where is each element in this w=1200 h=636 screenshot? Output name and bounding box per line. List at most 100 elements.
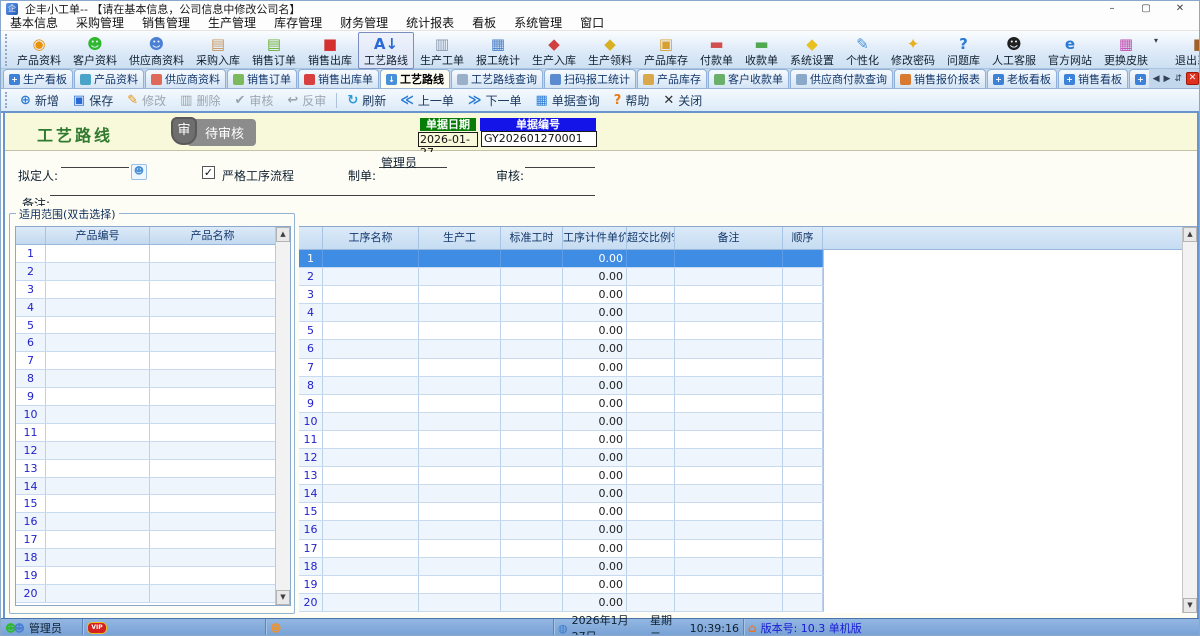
grid-row[interactable]: 170.00 <box>299 540 824 558</box>
grid-cell[interactable] <box>323 268 419 285</box>
table-cell[interactable] <box>46 406 150 423</box>
process-grid-scrollbar[interactable]: ▲ ▼ <box>1182 227 1197 613</box>
grid-cell[interactable] <box>323 377 419 394</box>
menu-item[interactable]: 采购管理 <box>67 17 133 30</box>
table-cell[interactable] <box>46 263 150 280</box>
grid-cell[interactable] <box>627 340 675 357</box>
toolbar-button[interactable]: ◆生产入库 <box>526 32 582 69</box>
table-cell[interactable] <box>46 317 150 334</box>
menu-item[interactable]: 系统管理 <box>505 17 571 30</box>
grid-cell[interactable] <box>419 377 501 394</box>
grid-row[interactable]: 30.00 <box>299 286 824 304</box>
unit-price-cell[interactable]: 0.00 <box>563 594 627 611</box>
grid-cell[interactable] <box>419 576 501 593</box>
grid-cell[interactable] <box>675 268 783 285</box>
table-cell[interactable] <box>150 263 276 280</box>
grid-cell[interactable] <box>627 540 675 557</box>
grid-cell[interactable] <box>783 359 823 376</box>
grid-cell[interactable] <box>783 431 823 448</box>
grid-cell[interactable] <box>419 431 501 448</box>
grid-row[interactable]: 190.00 <box>299 576 824 594</box>
toolbar-button[interactable]: ◉产品资料 <box>11 32 67 69</box>
unit-price-cell[interactable]: 0.00 <box>563 521 627 538</box>
tab[interactable]: 销售出库单 <box>298 69 379 88</box>
grid-cell[interactable] <box>501 594 563 611</box>
menu-item[interactable]: 基本信息 <box>1 17 67 30</box>
grid-cell[interactable] <box>627 359 675 376</box>
table-cell[interactable] <box>150 424 276 441</box>
grid-cell[interactable] <box>627 395 675 412</box>
grid-cell[interactable] <box>323 485 419 502</box>
grid-cell[interactable] <box>627 521 675 538</box>
tab[interactable]: +老板看板 <box>987 69 1057 88</box>
table-row[interactable]: 9 <box>16 388 290 406</box>
unit-price-cell[interactable]: 0.00 <box>563 485 627 502</box>
grid-row[interactable]: 140.00 <box>299 485 824 503</box>
remark-input[interactable] <box>50 182 595 196</box>
unit-price-cell[interactable]: 0.00 <box>563 395 627 412</box>
table-cell[interactable] <box>46 567 150 584</box>
grid-cell[interactable] <box>419 268 501 285</box>
grid-cell[interactable] <box>501 304 563 321</box>
menu-item[interactable]: 生产管理 <box>199 17 265 30</box>
menu-item[interactable]: 窗口 <box>571 17 613 30</box>
grid-cell[interactable] <box>783 521 823 538</box>
tab[interactable]: +生产看板 <box>3 69 73 88</box>
unit-price-cell[interactable]: 0.00 <box>563 359 627 376</box>
unit-price-cell[interactable]: 0.00 <box>563 377 627 394</box>
unit-price-cell[interactable]: 0.00 <box>563 558 627 575</box>
tab[interactable]: 客户收款单 <box>708 69 789 88</box>
grid-cell[interactable] <box>419 304 501 321</box>
minimize-button[interactable]: – <box>1095 1 1129 17</box>
action-button[interactable]: ≫下一单 <box>461 92 529 109</box>
grid-cell[interactable] <box>501 485 563 502</box>
grid-cell[interactable] <box>501 503 563 520</box>
toolbar-button[interactable]: ?问题库 <box>941 32 986 69</box>
toolbar-button[interactable]: ▮退出系统 <box>1169 32 1200 69</box>
grid-cell[interactable] <box>675 467 783 484</box>
grid-row[interactable]: 60.00 <box>299 340 824 358</box>
grid-cell[interactable] <box>323 304 419 321</box>
grid-cell[interactable] <box>627 449 675 466</box>
table-cell[interactable] <box>46 460 150 477</box>
scroll-up-icon[interactable]: ▲ <box>1183 227 1197 242</box>
toolbar-button[interactable]: ☻供应商资料 <box>123 32 190 69</box>
table-cell[interactable] <box>46 370 150 387</box>
grid-cell[interactable] <box>501 250 563 267</box>
grid-cell[interactable] <box>627 250 675 267</box>
unit-price-cell[interactable]: 0.00 <box>563 322 627 339</box>
toolbar-button[interactable]: ▦报工统计 <box>470 32 526 69</box>
grid-cell[interactable] <box>675 594 783 611</box>
table-row[interactable]: 2 <box>16 263 290 281</box>
table-row[interactable]: 3 <box>16 281 290 299</box>
tab[interactable]: 产品库存 <box>637 69 707 88</box>
grid-cell[interactable] <box>419 395 501 412</box>
grid-row[interactable]: 130.00 <box>299 467 824 485</box>
grid-cell[interactable] <box>419 413 501 430</box>
table-cell[interactable] <box>150 531 276 548</box>
table-cell[interactable] <box>46 299 150 316</box>
action-button[interactable]: ▣保存 <box>66 92 120 109</box>
grid-cell[interactable] <box>419 449 501 466</box>
grid-cell[interactable] <box>419 594 501 611</box>
table-cell[interactable] <box>150 585 276 602</box>
grid-cell[interactable] <box>501 377 563 394</box>
table-row[interactable]: 20 <box>16 585 290 603</box>
table-cell[interactable] <box>150 406 276 423</box>
table-row[interactable]: 19 <box>16 567 290 585</box>
table-cell[interactable] <box>46 513 150 530</box>
table-row[interactable]: 16 <box>16 513 290 531</box>
grid-cell[interactable] <box>501 558 563 575</box>
toolbar-button[interactable]: ▬收款单 <box>739 32 784 69</box>
grid-cell[interactable] <box>783 322 823 339</box>
tab[interactable]: 销售订单 <box>227 69 297 88</box>
grid-cell[interactable] <box>627 304 675 321</box>
tab[interactable]: 销售报价报表 <box>894 69 986 88</box>
menu-item[interactable]: 统计报表 <box>397 17 463 30</box>
grid-cell[interactable] <box>323 449 419 466</box>
grid-cell[interactable] <box>501 449 563 466</box>
table-cell[interactable] <box>46 585 150 602</box>
grid-cell[interactable] <box>501 322 563 339</box>
table-row[interactable]: 4 <box>16 299 290 317</box>
action-button[interactable]: ⊕新增 <box>13 92 66 109</box>
